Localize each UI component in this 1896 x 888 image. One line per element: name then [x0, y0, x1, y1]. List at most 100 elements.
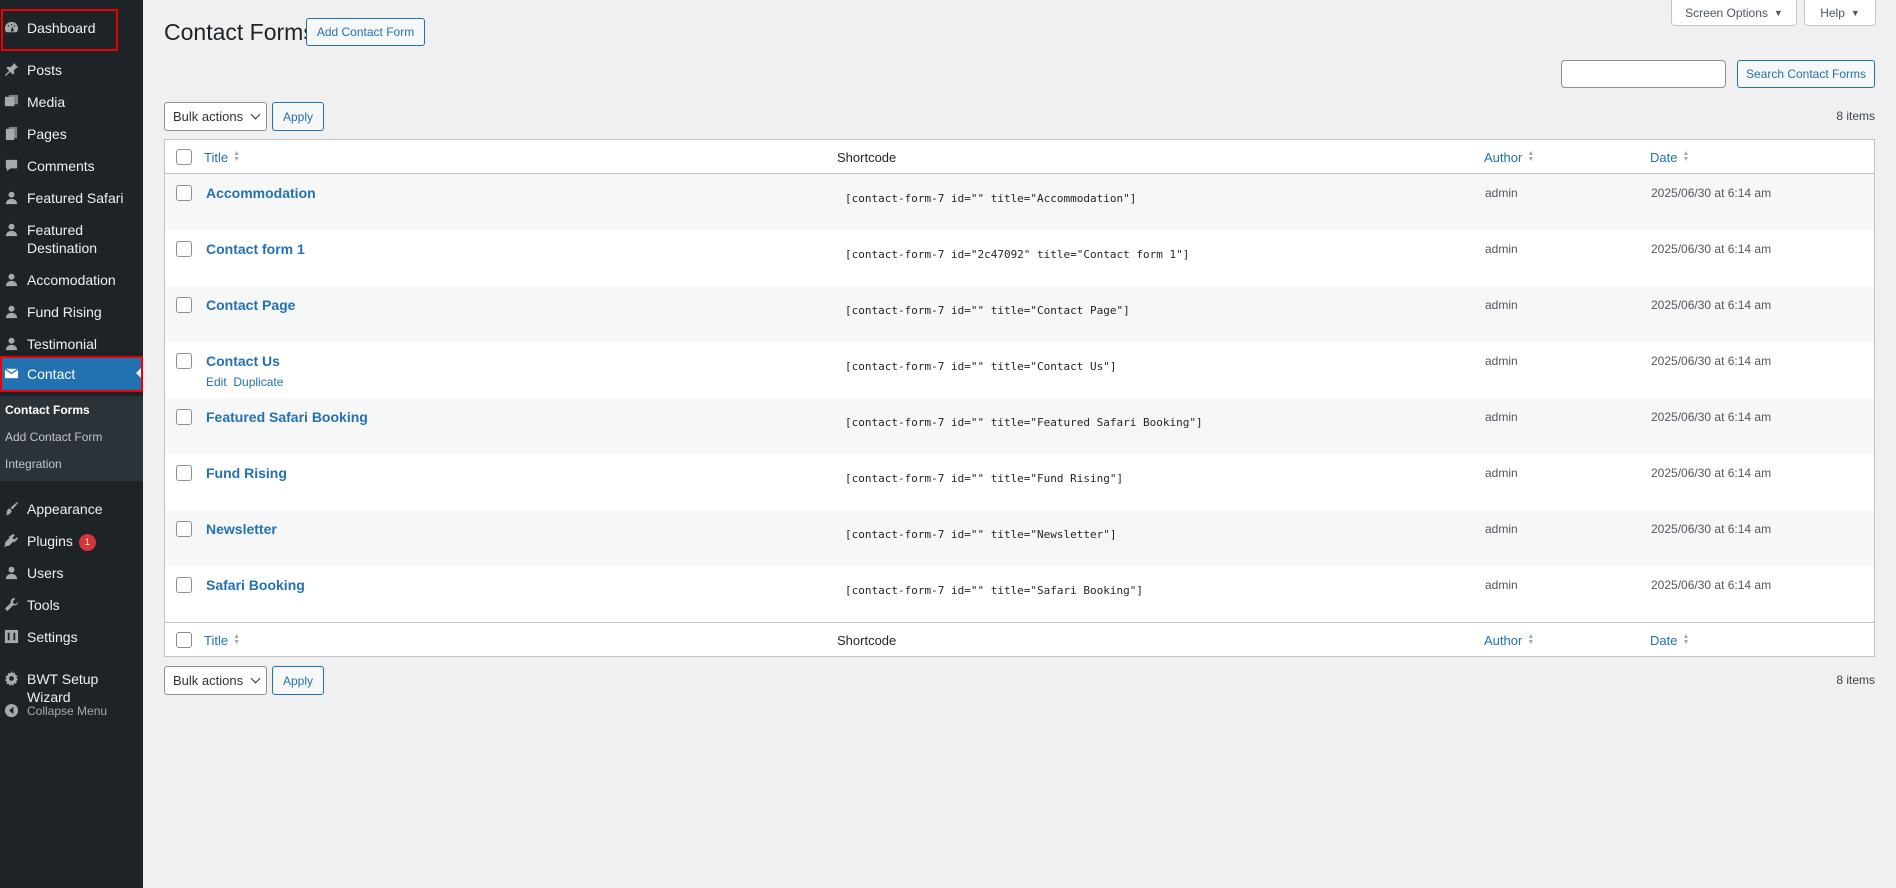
table-row: Newsletter [contact-form-7 id="" title="…	[165, 510, 1874, 566]
menu-featured-destination-label-1: Featured	[27, 222, 84, 238]
row-title-link[interactable]: Accommodation	[206, 185, 316, 201]
row-checkbox[interactable]	[176, 409, 192, 425]
row-title-link[interactable]: Contact Us	[206, 353, 280, 369]
menu-users[interactable]: Users	[0, 562, 143, 584]
row-date: 2025/06/30 at 6:14 am	[1651, 354, 1772, 368]
row-author: admin	[1485, 466, 1518, 480]
help-label: Help	[1820, 5, 1845, 20]
search-contact-forms-button[interactable]: Search Contact Forms	[1737, 60, 1875, 88]
sort-icon: ▲ ▼	[1527, 150, 1535, 163]
user-icon	[2, 188, 20, 206]
row-date: 2025/06/30 at 6:14 am	[1651, 522, 1772, 536]
menu-contact-label: Contact	[27, 366, 76, 382]
bulk-actions-label: Bulk actions	[173, 109, 244, 124]
row-checkbox[interactable]	[176, 297, 192, 313]
row-checkbox[interactable]	[176, 521, 192, 537]
pin-icon	[2, 60, 20, 78]
user-icon	[2, 334, 20, 352]
column-date-header[interactable]: Date ▲ ▼	[1650, 140, 1689, 174]
menu-settings-label: Settings	[27, 629, 78, 645]
caret-down-icon: ▼	[1773, 7, 1783, 18]
submenu-add-contact-form[interactable]: Add Contact Form	[5, 430, 102, 444]
page-title: Contact Forms	[164, 19, 315, 45]
row-title-link[interactable]: Contact form 1	[206, 241, 305, 257]
column-title-header[interactable]: Title ▲ ▼	[204, 140, 240, 174]
collapse-menu-button[interactable]: Collapse Menu	[0, 700, 143, 722]
menu-fund-rising[interactable]: Fund Rising	[0, 301, 143, 323]
row-title-link[interactable]: Safari Booking	[206, 577, 305, 593]
row-shortcode: [contact-form-7 id="" title="Safari Book…	[845, 584, 1144, 597]
menu-featured-safari[interactable]: Featured Safari	[0, 187, 143, 209]
row-author: admin	[1485, 186, 1518, 200]
row-title-link[interactable]: Fund Rising	[206, 465, 287, 481]
table-footer: Title ▲ ▼ Shortcode Author ▲ ▼ Date ▲ ▼	[165, 622, 1874, 656]
sort-icon: ▲ ▼	[233, 633, 241, 646]
row-author: admin	[1485, 298, 1518, 312]
menu-testimonial[interactable]: Testimonial	[0, 333, 143, 355]
row-title-link[interactable]: Newsletter	[206, 521, 277, 537]
row-shortcode: [contact-form-7 id="2c47092" title="Cont…	[845, 248, 1190, 261]
submenu-integration[interactable]: Integration	[5, 457, 62, 471]
sort-icon: ▲ ▼	[1527, 633, 1535, 646]
select-all-checkbox[interactable]	[176, 149, 192, 165]
row-checkbox[interactable]	[176, 577, 192, 593]
apply-button-bottom[interactable]: Apply	[272, 666, 324, 695]
menu-dashboard[interactable]: Dashboard	[0, 18, 143, 40]
row-checkbox[interactable]	[176, 353, 192, 369]
bulk-actions-label: Bulk actions	[173, 673, 244, 688]
menu-settings[interactable]: Settings	[0, 626, 143, 648]
row-shortcode: [contact-form-7 id="" title="Contact Pag…	[845, 304, 1130, 317]
row-edit-link[interactable]: Edit	[206, 375, 227, 389]
column-author-header[interactable]: Author ▲ ▼	[1484, 140, 1534, 174]
menu-plugins[interactable]: Plugins 1	[0, 530, 143, 552]
dashboard-icon	[2, 18, 20, 36]
comment-icon	[2, 156, 20, 174]
menu-accomodation[interactable]: Accomodation	[0, 269, 143, 291]
column-title-footer[interactable]: Title ▲ ▼	[204, 623, 240, 657]
bulk-actions-select-top[interactable]: Bulk actions	[164, 102, 267, 131]
submenu-contact-forms[interactable]: Contact Forms	[5, 403, 90, 417]
add-contact-form-button[interactable]: Add Contact Form	[306, 18, 425, 46]
row-date: 2025/06/30 at 6:14 am	[1651, 298, 1772, 312]
user-icon	[2, 563, 20, 581]
sort-icon: ▲ ▼	[1682, 150, 1690, 163]
menu-plugins-text: Plugins	[27, 533, 73, 549]
row-author: admin	[1485, 410, 1518, 424]
menu-testimonial-label: Testimonial	[27, 336, 98, 352]
menu-featured-destination[interactable]: Featured Destination	[0, 219, 143, 261]
column-date-footer[interactable]: Date ▲ ▼	[1650, 623, 1689, 657]
apply-button-top[interactable]: Apply	[272, 102, 324, 131]
menu-tools[interactable]: Tools	[0, 594, 143, 616]
search-input[interactable]	[1561, 60, 1726, 88]
row-checkbox[interactable]	[176, 241, 192, 257]
row-title-link[interactable]: Featured Safari Booking	[206, 409, 368, 425]
menu-pages[interactable]: Pages	[0, 123, 143, 145]
row-duplicate-link[interactable]: Duplicate	[233, 375, 283, 389]
menu-contact[interactable]: Contact	[0, 357, 143, 391]
help-button[interactable]: Help ▼	[1804, 0, 1876, 26]
collapse-menu-label: Collapse Menu	[27, 704, 108, 718]
row-date: 2025/06/30 at 6:14 am	[1651, 466, 1772, 480]
bulk-actions-select-bottom[interactable]: Bulk actions	[164, 666, 267, 695]
menu-posts[interactable]: Posts	[0, 59, 143, 81]
row-title-link[interactable]: Contact Page	[206, 297, 295, 313]
table-header: Title ▲ ▼ Shortcode Author ▲ ▼ Date ▲ ▼	[165, 140, 1874, 174]
menu-media[interactable]: Media	[0, 91, 143, 113]
row-shortcode: [contact-form-7 id="" title="Newsletter"…	[845, 528, 1117, 541]
row-date: 2025/06/30 at 6:14 am	[1651, 242, 1772, 256]
row-shortcode: [contact-form-7 id="" title="Fund Rising…	[845, 472, 1124, 485]
column-author-label: Author	[1484, 149, 1523, 165]
table-row: Safari Booking [contact-form-7 id="" tit…	[165, 566, 1874, 622]
menu-appearance[interactable]: Appearance	[0, 498, 143, 520]
row-date: 2025/06/30 at 6:14 am	[1651, 186, 1772, 200]
chevron-down-icon	[250, 673, 261, 684]
caret-down-icon: ▼	[1850, 7, 1860, 18]
screen-options-button[interactable]: Screen Options ▼	[1671, 0, 1797, 26]
row-checkbox[interactable]	[176, 465, 192, 481]
select-all-checkbox-footer[interactable]	[176, 632, 192, 648]
column-author-footer[interactable]: Author ▲ ▼	[1484, 623, 1534, 657]
row-checkbox[interactable]	[176, 185, 192, 201]
menu-bwt-setup-wizard[interactable]: BWT Setup Wizard	[0, 668, 143, 705]
menu-comments[interactable]: Comments	[0, 155, 143, 177]
collapse-icon	[2, 701, 20, 719]
